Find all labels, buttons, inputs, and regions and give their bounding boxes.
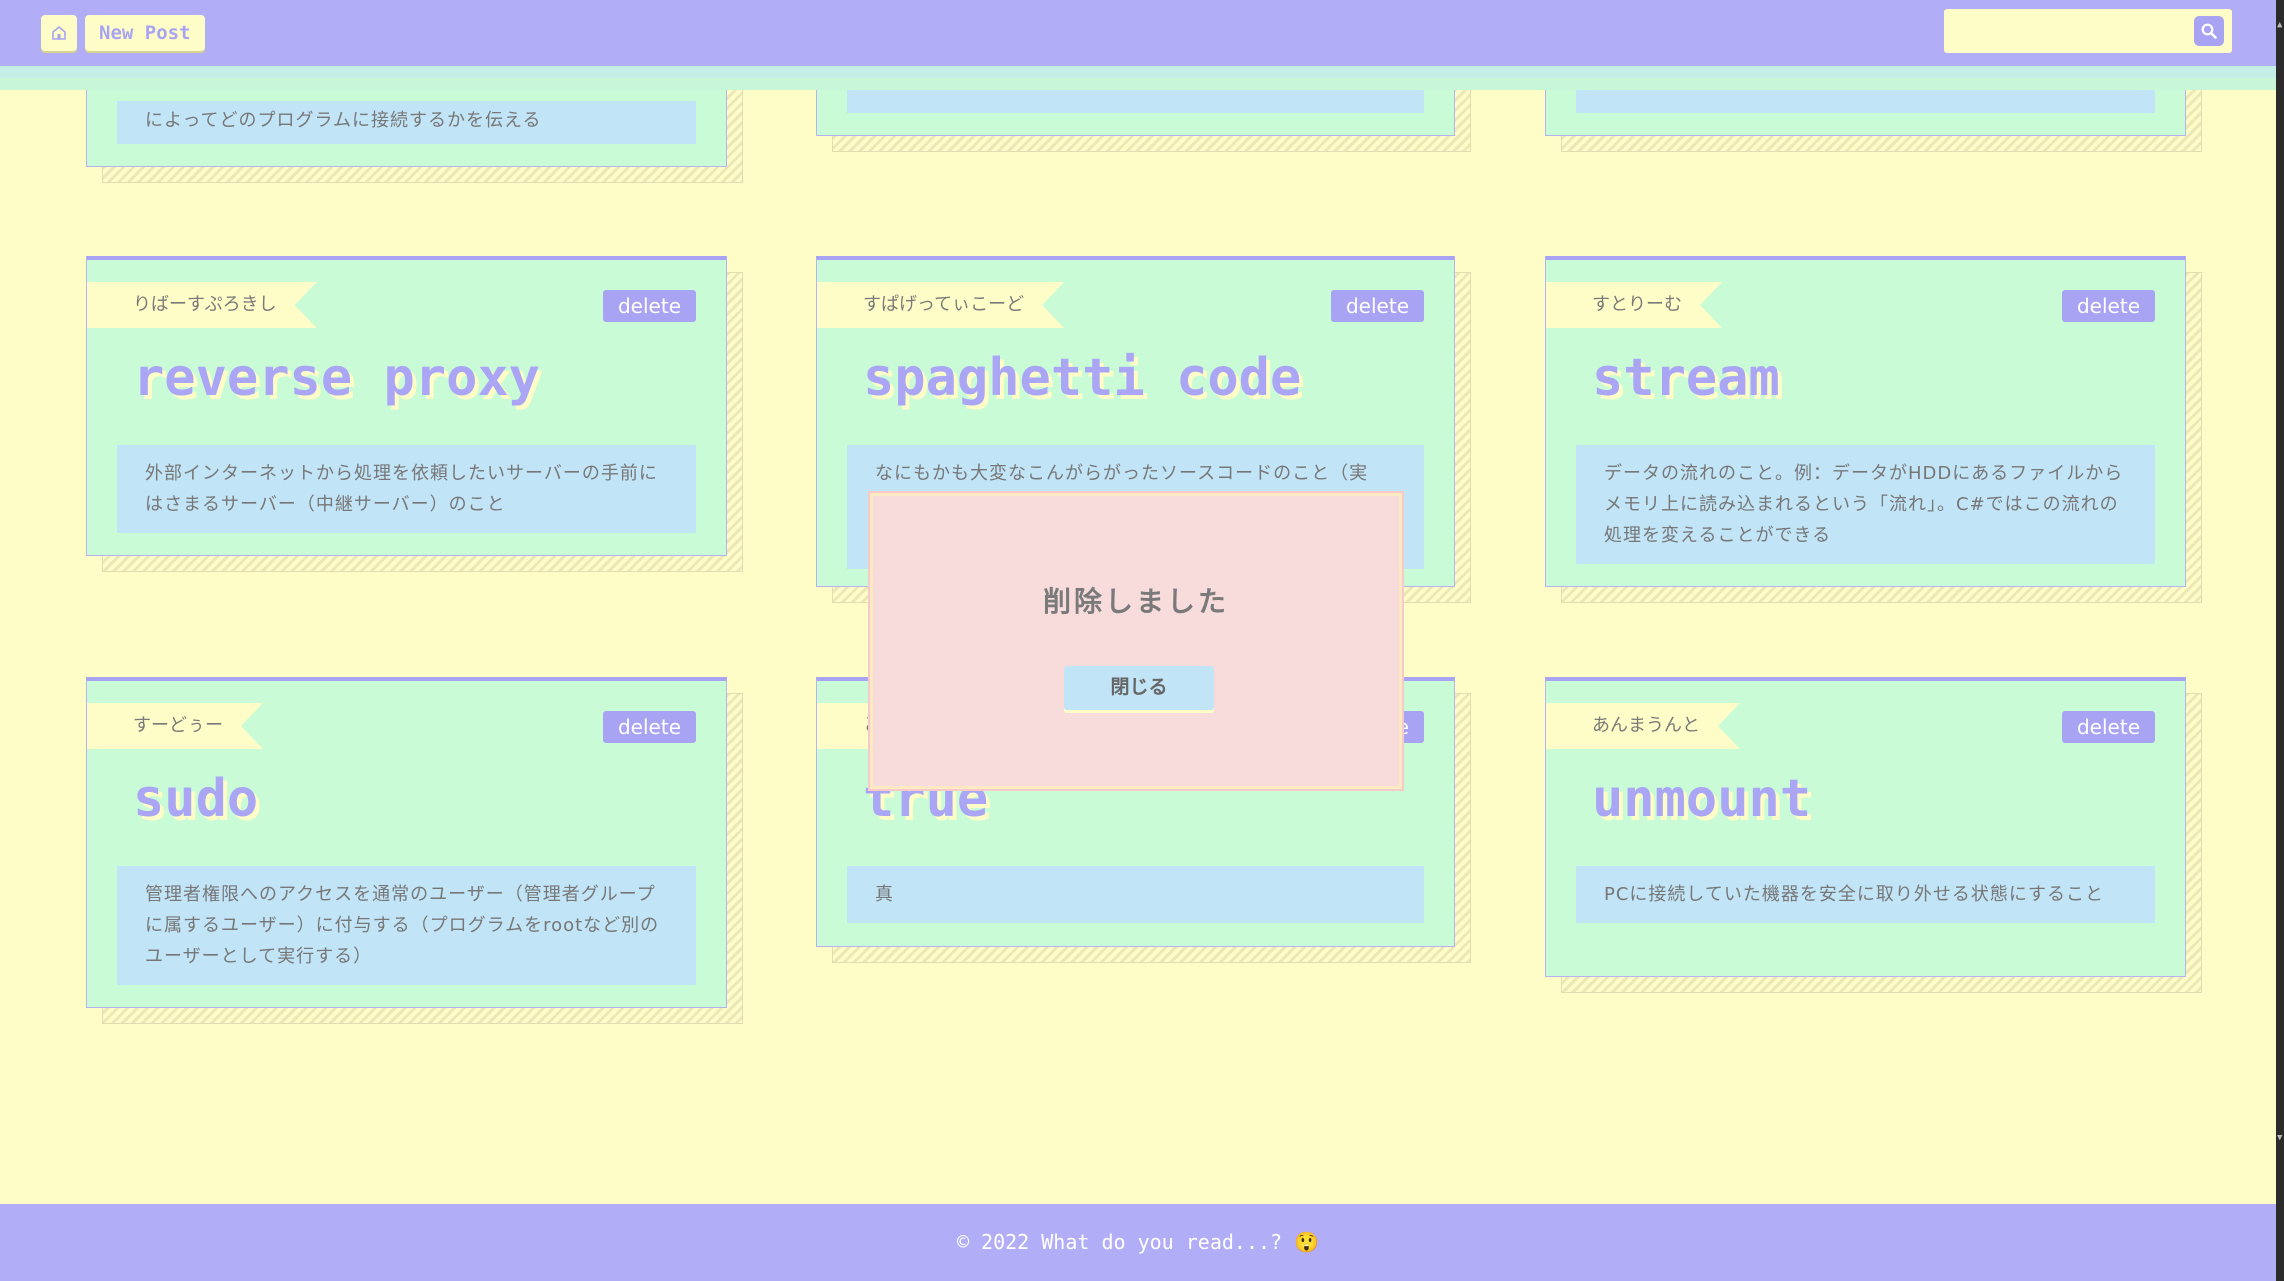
card-description: 真	[847, 866, 1424, 923]
delete-button[interactable]: delete	[2061, 290, 2155, 322]
card-reading: すとりーむ	[1546, 282, 1722, 328]
search-input[interactable]	[1944, 9, 2204, 53]
search-icon	[2201, 23, 2217, 39]
card-term: sudo	[133, 769, 259, 829]
card-description: データの流れのこと。例：データがHDDにあるファイルからメモリ上に読み込まれると…	[1576, 445, 2155, 564]
header-divider	[0, 66, 2276, 78]
card-body: すーどぅー delete sudo 管理者権限へのアクセスを通常のユーザー（管理…	[86, 677, 727, 1008]
card: すとりーむ delete stream データの流れのこと。例：データがHDDに…	[1545, 256, 2202, 603]
card-body: りばーすぷろきし delete reverse proxy 外部インターネットか…	[86, 256, 727, 556]
card-term: unmount	[1592, 769, 1812, 829]
card-term: stream	[1592, 348, 1780, 408]
card: あんまうんと delete unmount PCに接続していた機器を安全に取り外…	[1545, 677, 2202, 993]
new-post-button[interactable]: New Post	[85, 15, 205, 51]
scroll-down-arrow[interactable]: ▼	[2277, 1133, 2283, 1143]
search-box	[1944, 9, 2232, 53]
footer: © 2022 What do you read...? 😲	[0, 1204, 2276, 1281]
modal-close-button[interactable]: 閉じる	[1064, 666, 1214, 710]
search-button[interactable]	[2194, 16, 2224, 46]
card-body: あんまうんと delete unmount PCに接続していた機器を安全に取り外…	[1545, 677, 2186, 977]
card-description: PCに接続していた機器を安全に取り外せる状態にすること	[1576, 866, 2155, 923]
card-term: reverse proxy	[133, 348, 540, 408]
header-divider	[0, 78, 2276, 90]
card-reading: りばーすぷろきし	[87, 282, 317, 328]
card-body: すとりーむ delete stream データの流れのこと。例：データがHDDに…	[1545, 256, 2186, 587]
delete-button[interactable]: delete	[602, 290, 696, 322]
card-reading: すぱげってぃこーど	[817, 282, 1064, 328]
home-icon	[52, 25, 66, 40]
card: りばーすぷろきし delete reverse proxy 外部インターネットか…	[86, 256, 743, 572]
delete-button[interactable]: delete	[1330, 290, 1424, 322]
scroll-up-arrow[interactable]: ▲	[2277, 20, 2283, 30]
card-description: 外部インターネットから処理を依頼したいサーバーの手前にはさまるサーバー（中継サー…	[117, 445, 696, 533]
card-description: 管理者権限へのアクセスを通常のユーザー（管理者グループに属するユーザー）に付与す…	[117, 866, 696, 985]
deleted-modal: 削除しました 閉じる	[870, 493, 1402, 789]
modal-message: 削除しました	[1042, 585, 1229, 618]
delete-button[interactable]: delete	[2061, 711, 2155, 743]
card-reading: あんまうんと	[1546, 703, 1740, 749]
card-description: によってどのプログラムに接続するかを伝える	[117, 101, 696, 144]
home-button[interactable]	[41, 15, 77, 51]
card-term: spaghetti code	[863, 348, 1302, 408]
header: New Post	[0, 0, 2276, 66]
card-reading: すーどぅー	[87, 703, 263, 749]
card: すーどぅー delete sudo 管理者権限へのアクセスを通常のユーザー（管理…	[86, 677, 743, 1024]
scrollbar[interactable]: ▲ ▼	[2276, 0, 2284, 1281]
delete-button[interactable]: delete	[602, 711, 696, 743]
